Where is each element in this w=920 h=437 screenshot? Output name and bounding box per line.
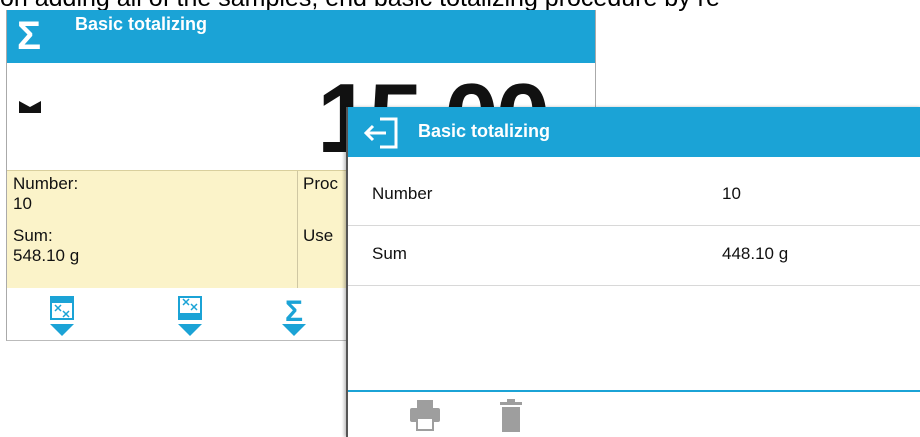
- printer-icon[interactable]: [408, 398, 442, 434]
- row-value: 448.10 g: [722, 244, 789, 263]
- dialog-header: Basic totalizing: [348, 107, 920, 157]
- result-row-sum: Sum 448.10 g: [348, 225, 920, 286]
- remove-sample-icon[interactable]: [173, 294, 207, 338]
- sum-value: 548.10 g: [13, 246, 80, 265]
- trash-icon[interactable]: [494, 398, 528, 434]
- row-label: Number: [372, 184, 433, 203]
- result-row-number: Number 10: [348, 165, 920, 226]
- row-label: Sum: [372, 244, 407, 263]
- sigma-totals-icon[interactable]: Σ: [277, 294, 311, 338]
- number-value: 10: [13, 194, 32, 213]
- number-label: Number:: [13, 174, 79, 193]
- sigma-icon: Σ: [17, 14, 42, 58]
- footer-divider: [348, 390, 920, 392]
- main-header-title: Basic totalizing: [75, 14, 208, 34]
- back-arrow-icon[interactable]: [362, 115, 402, 151]
- add-sample-icon[interactable]: [45, 294, 79, 338]
- info-divider: [297, 171, 298, 289]
- row-value: 10: [722, 184, 741, 203]
- main-header: Σ Basic totalizing: [7, 10, 595, 63]
- svg-text:Σ: Σ: [285, 295, 303, 328]
- totalizing-results-dialog: Basic totalizing Number 10 Sum 448.10 g: [346, 107, 920, 437]
- product-label: Proc: [303, 174, 338, 193]
- stable-indicator-icon: [19, 101, 41, 113]
- user-label: Use: [303, 226, 334, 245]
- dialog-title: Basic totalizing: [418, 121, 551, 141]
- sum-label: Sum:: [13, 226, 53, 245]
